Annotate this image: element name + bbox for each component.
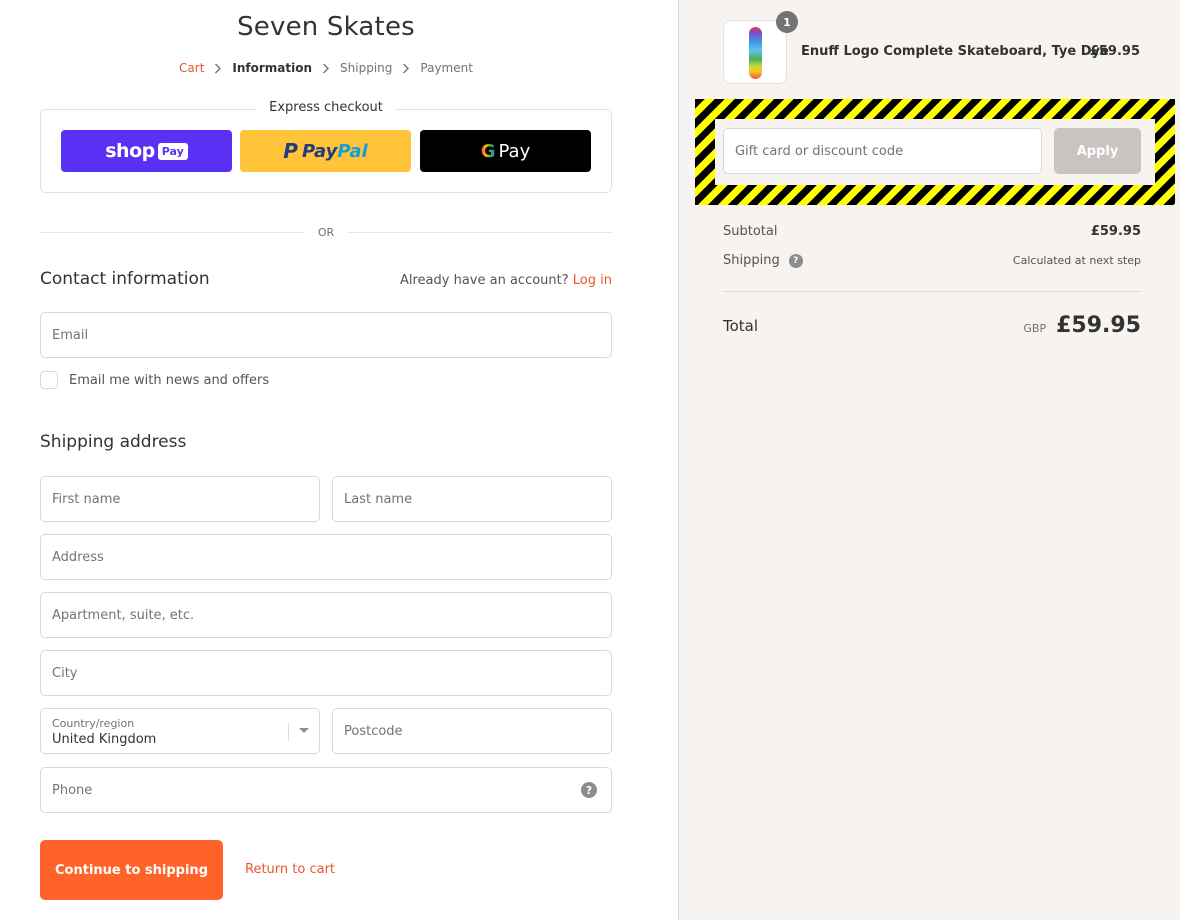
- address-input[interactable]: [41, 535, 611, 579]
- city-field: [40, 650, 612, 696]
- last-name-input[interactable]: [333, 477, 611, 521]
- account-prompt-text: Already have an account?: [399, 273, 569, 288]
- country-label: Country/region: [52, 717, 135, 730]
- hazard-highlight-frame: Apply: [695, 99, 1175, 205]
- or-divider: OR: [40, 224, 612, 240]
- google-pay-button[interactable]: G Pay: [420, 130, 591, 172]
- google-pay-label: Pay: [498, 140, 531, 162]
- first-name-field: [40, 476, 320, 522]
- discount-code-input[interactable]: [724, 129, 1041, 173]
- quantity-badge: 1: [776, 11, 798, 33]
- shipping-value: Calculated at next step: [1012, 254, 1141, 267]
- country-select[interactable]: Country/region United Kingdom: [40, 708, 320, 754]
- shop-title: Seven Skates: [237, 12, 415, 42]
- login-link[interactable]: Log in: [573, 273, 612, 288]
- help-icon[interactable]: ?: [788, 253, 803, 268]
- help-icon[interactable]: ?: [581, 782, 597, 798]
- country-value: United Kingdom: [52, 732, 157, 747]
- or-text: OR: [317, 225, 335, 239]
- subtotal-row: Subtotal £59.95: [723, 224, 1141, 239]
- divider-line: [40, 231, 304, 233]
- subtotal-label: Subtotal: [723, 224, 778, 239]
- express-checkout-title: Express checkout: [257, 100, 395, 115]
- contact-section-title: Contact information: [40, 269, 210, 289]
- total-currency: GBP: [1023, 322, 1047, 335]
- apply-discount-button[interactable]: Apply: [1054, 128, 1141, 174]
- first-name-input[interactable]: [41, 477, 319, 521]
- shipping-section-title: Shipping address: [40, 432, 187, 452]
- total-label: Total: [723, 316, 759, 335]
- shipping-row: Shipping ? Calculated at next step: [723, 253, 1141, 268]
- shop-pay-button[interactable]: shop Pay: [61, 130, 232, 172]
- shop-pay-badge: Pay: [157, 142, 188, 160]
- address-field: [40, 534, 612, 580]
- express-checkout: Express checkout shop Pay P Pay Pal G Pay: [40, 100, 612, 193]
- chevron-right-icon: [401, 61, 411, 75]
- chevron-right-icon: [213, 61, 223, 75]
- total-row: Total GBP £59.95: [723, 313, 1141, 338]
- total-amount: GBP £59.95: [1023, 313, 1141, 338]
- email-field: [40, 312, 612, 358]
- return-to-cart-link[interactable]: Return to cart: [245, 862, 335, 877]
- shipping-label-group: Shipping ?: [723, 253, 803, 268]
- newsletter-checkbox[interactable]: [40, 371, 58, 389]
- divider-line: [348, 231, 612, 233]
- last-name-field: [332, 476, 612, 522]
- breadcrumb: Cart Information Shipping Payment: [40, 61, 612, 75]
- product-name: Enuff Logo Complete Skateboard, Tye Dye: [801, 44, 1109, 59]
- breadcrumb-payment: Payment: [420, 61, 473, 75]
- continue-to-shipping-button[interactable]: Continue to shipping: [40, 840, 223, 900]
- order-summary: 1 Enuff Logo Complete Skateboard, Tye Dy…: [678, 0, 1180, 920]
- product-price: £59.95: [1089, 44, 1140, 59]
- account-prompt: Already have an account? Log in: [400, 273, 612, 288]
- postcode-field: [332, 708, 612, 754]
- subtotal-value: £59.95: [1090, 224, 1141, 239]
- total-value: £59.95: [1056, 313, 1141, 338]
- paypal-logo-pay: Pay: [301, 140, 338, 162]
- breadcrumb-information: Information: [232, 61, 313, 75]
- postcode-input[interactable]: [333, 709, 611, 753]
- skateboard-image: [749, 27, 762, 79]
- checkout-main: Seven Skates Cart Information Shipping P…: [0, 0, 678, 920]
- shop-pay-logo: shop: [105, 140, 155, 162]
- summary-divider: [723, 291, 1141, 292]
- apartment-field: [40, 592, 612, 638]
- apartment-input[interactable]: [41, 593, 611, 637]
- google-g-icon: G: [480, 140, 496, 162]
- breadcrumb-cart[interactable]: Cart: [179, 61, 204, 75]
- newsletter-option: Email me with news and offers: [40, 371, 269, 389]
- phone-input[interactable]: [41, 768, 611, 812]
- product-thumbnail: 1: [723, 11, 798, 84]
- paypal-button[interactable]: P Pay Pal: [240, 130, 411, 172]
- shipping-label: Shipping: [723, 253, 780, 268]
- phone-field: ?: [40, 767, 612, 813]
- city-input[interactable]: [41, 651, 611, 695]
- chevron-down-icon: [299, 728, 309, 733]
- paypal-icon: P: [283, 139, 298, 163]
- breadcrumb-shipping: Shipping: [340, 61, 393, 75]
- discount-field: [723, 128, 1042, 174]
- newsletter-label: Email me with news and offers: [69, 372, 270, 388]
- select-divider: [288, 723, 289, 741]
- paypal-logo-pal: Pal: [337, 140, 368, 162]
- discount-form: Apply: [715, 119, 1155, 185]
- email-input[interactable]: [41, 313, 611, 357]
- chevron-right-icon: [321, 61, 331, 75]
